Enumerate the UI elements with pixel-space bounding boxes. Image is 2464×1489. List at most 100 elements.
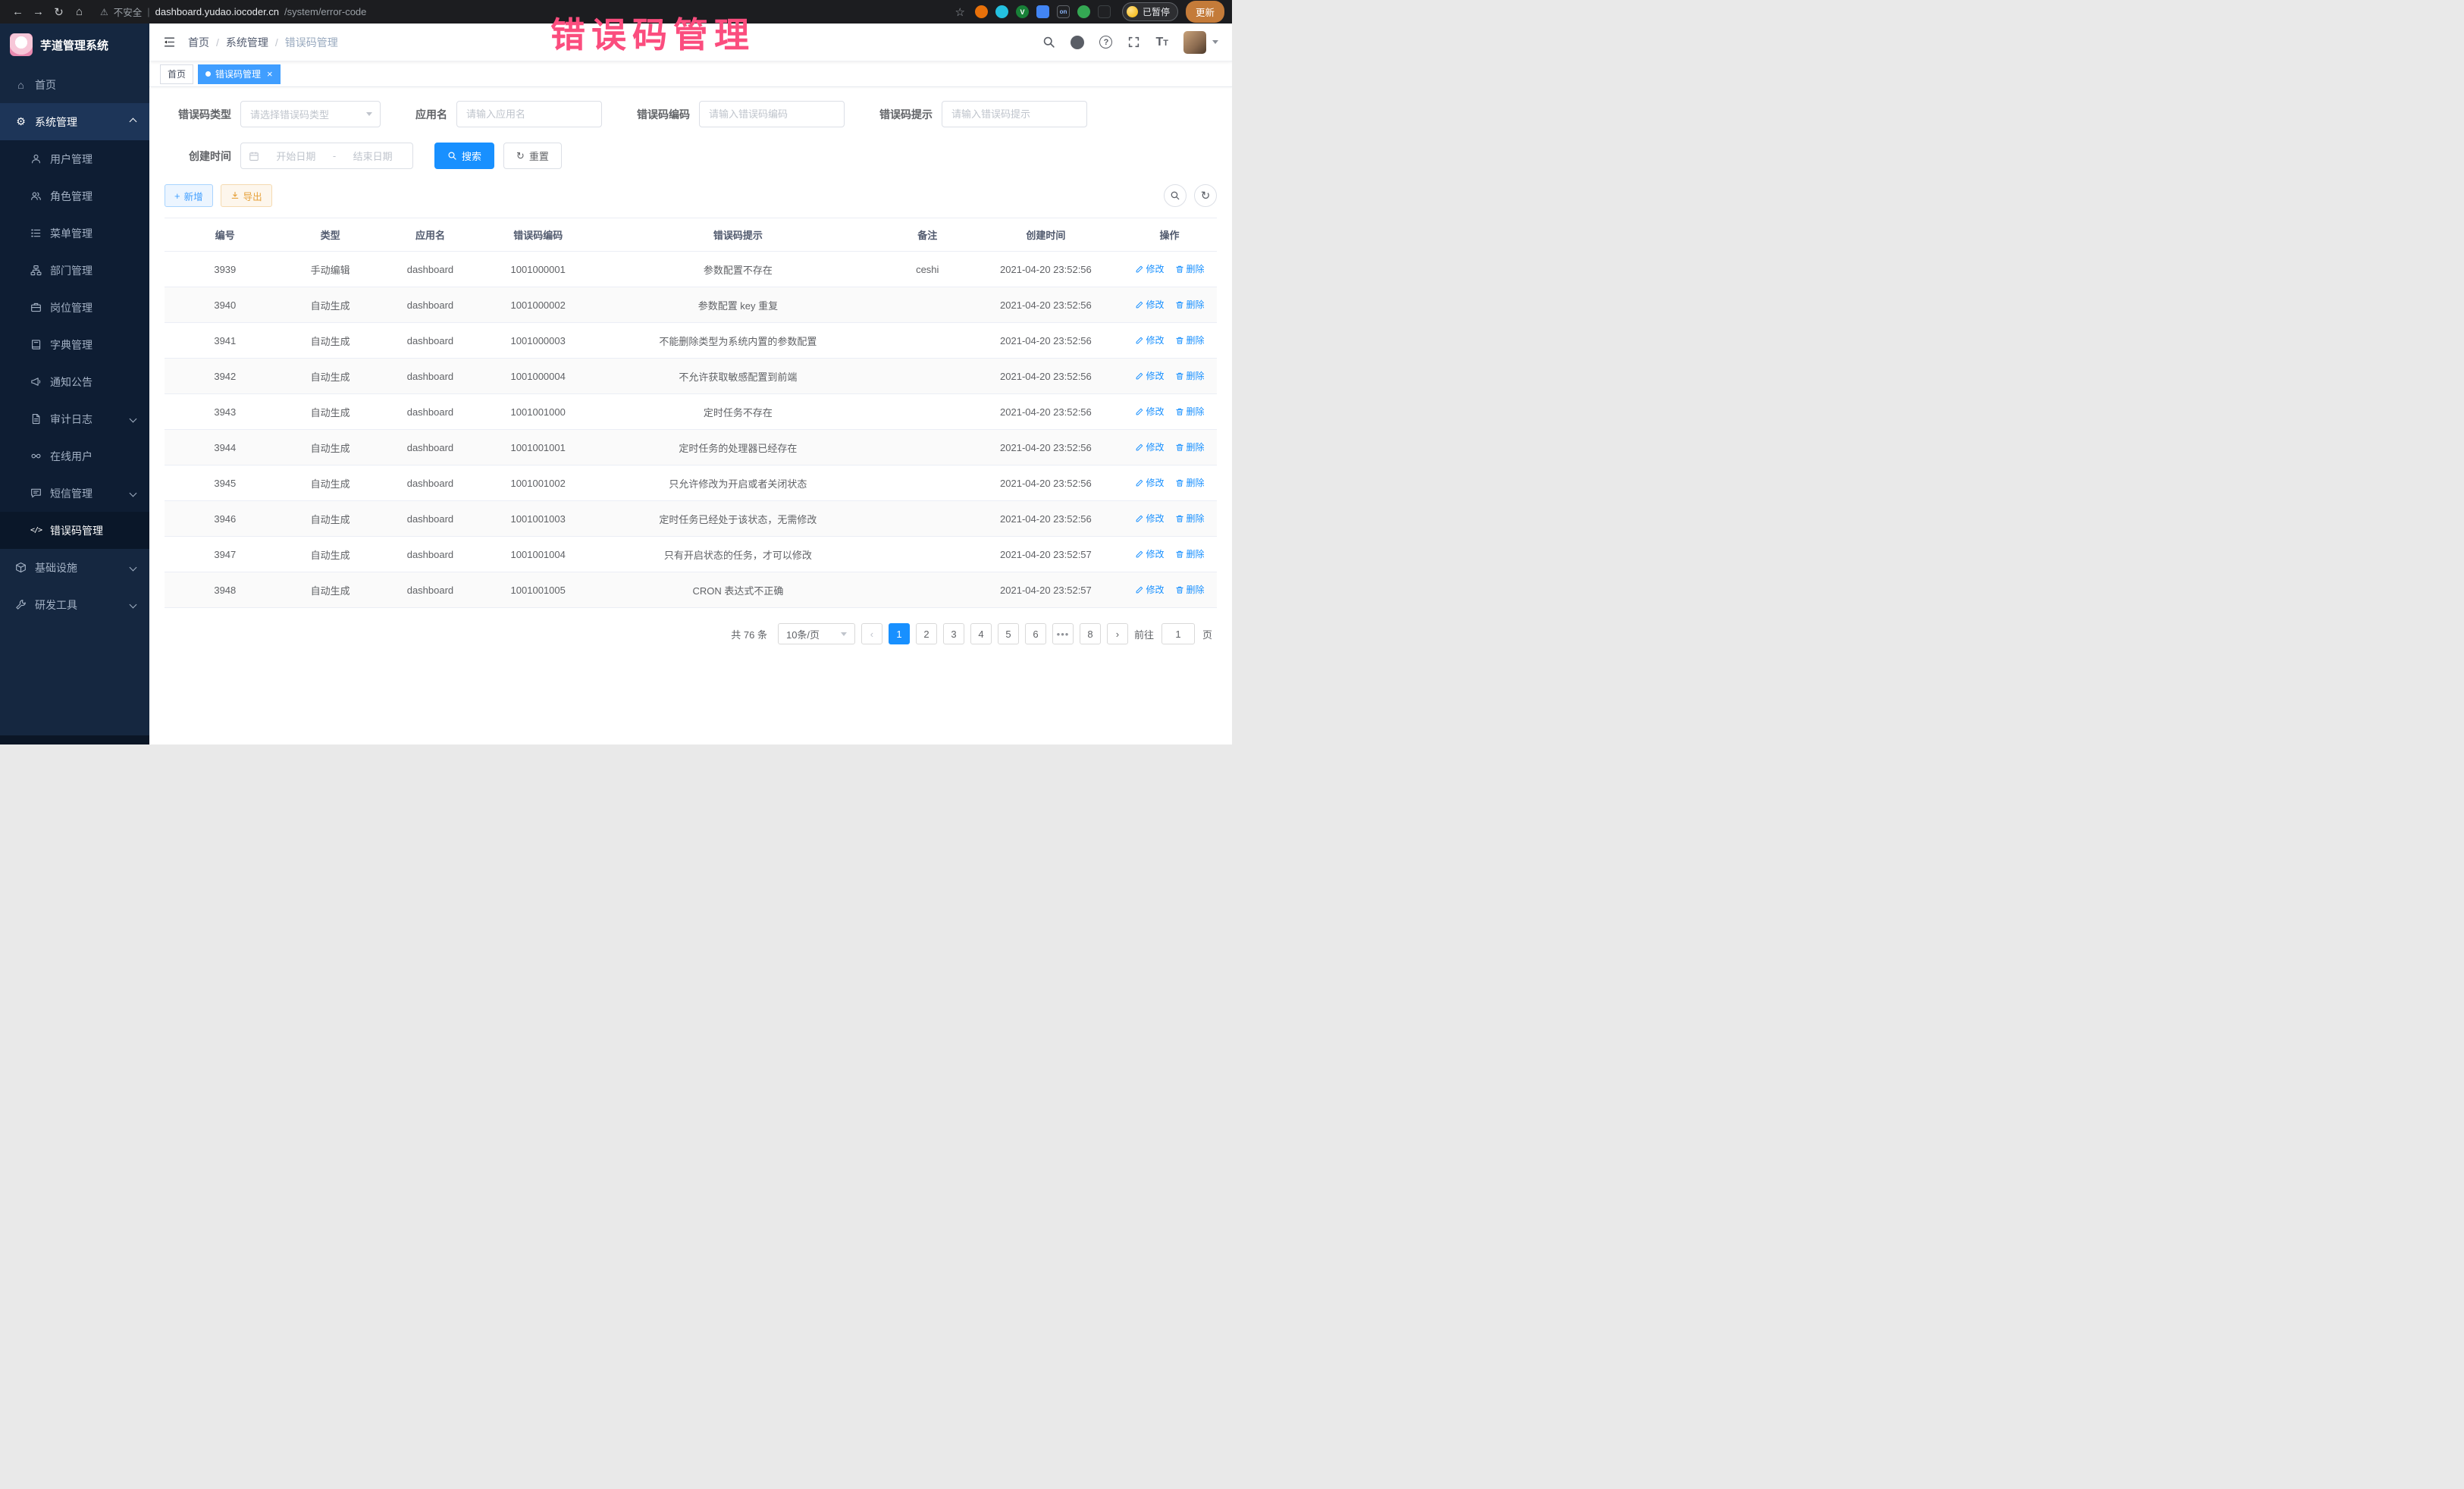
search-button[interactable]: 搜索 bbox=[434, 143, 494, 169]
page-button[interactable]: 2 bbox=[916, 623, 937, 644]
sidebar-item-users[interactable]: 用户管理 bbox=[0, 140, 149, 177]
remark-cell bbox=[886, 359, 970, 394]
update-button[interactable]: 更新 bbox=[1186, 1, 1224, 23]
close-icon[interactable]: × bbox=[267, 68, 273, 80]
sidebar-item-posts[interactable]: 岗位管理 bbox=[0, 289, 149, 326]
toggle-search-button[interactable] bbox=[1164, 184, 1187, 207]
sidebar-item-online-users[interactable]: 在线用户 bbox=[0, 437, 149, 475]
font-size-icon[interactable]: TT bbox=[1155, 36, 1168, 49]
page-button[interactable]: 6 bbox=[1025, 623, 1046, 644]
reset-button-label: 重置 bbox=[529, 149, 549, 163]
edit-link[interactable]: 修改 bbox=[1135, 369, 1165, 382]
bookmark-star-icon[interactable]: ☆ bbox=[955, 5, 965, 19]
sidebar-item-infra[interactable]: 基础设施 bbox=[0, 549, 149, 586]
date-range-picker[interactable]: 开始日期 - 结束日期 bbox=[240, 143, 413, 169]
code-cell: 1001000004 bbox=[485, 359, 591, 394]
page-button[interactable]: 1 bbox=[889, 623, 910, 644]
export-button[interactable]: 导出 bbox=[221, 184, 272, 207]
breadcrumb-home[interactable]: 首页 bbox=[188, 35, 209, 50]
fullscreen-icon[interactable] bbox=[1127, 36, 1140, 49]
page-button[interactable]: 8 bbox=[1080, 623, 1101, 644]
extension-icon-green-v[interactable]: V bbox=[1016, 5, 1029, 18]
sidebar-item-menus[interactable]: 菜单管理 bbox=[0, 215, 149, 252]
forward-button[interactable]: → bbox=[28, 5, 49, 18]
delete-link[interactable]: 删除 bbox=[1175, 262, 1205, 275]
address-bar[interactable]: ⚠ 不安全 | dashboard.yudao.iocoder.cn/syste… bbox=[100, 5, 366, 19]
prev-page-button[interactable]: ‹ bbox=[861, 623, 882, 644]
goto-page-input[interactable] bbox=[1161, 623, 1195, 644]
errorcode-type-select[interactable]: 请选择错误码类型 bbox=[240, 101, 381, 127]
error-hint-input[interactable] bbox=[942, 101, 1087, 127]
edit-link[interactable]: 修改 bbox=[1135, 262, 1165, 275]
edit-link[interactable]: 修改 bbox=[1135, 440, 1165, 453]
page-button[interactable]: 5 bbox=[998, 623, 1019, 644]
edit-link[interactable]: 修改 bbox=[1135, 476, 1165, 489]
delete-link[interactable]: 删除 bbox=[1175, 547, 1205, 560]
extension-icon-grid[interactable] bbox=[1036, 5, 1049, 18]
sidebar-item-notice[interactable]: 通知公告 bbox=[0, 363, 149, 400]
tag-home[interactable]: 首页 bbox=[160, 64, 193, 84]
search-button-label: 搜索 bbox=[462, 149, 481, 163]
delete-link[interactable]: 删除 bbox=[1175, 512, 1205, 525]
extension-icon-switch[interactable]: on bbox=[1057, 5, 1070, 18]
edit-link[interactable]: 修改 bbox=[1135, 334, 1165, 346]
app-name-input[interactable] bbox=[456, 101, 602, 127]
created-cell: 2021-04-20 23:52:56 bbox=[970, 359, 1122, 394]
sidebar-footer bbox=[0, 735, 149, 744]
delete-link[interactable]: 删除 bbox=[1175, 369, 1205, 382]
github-icon[interactable] bbox=[1071, 36, 1084, 49]
reset-button[interactable]: ↻ 重置 bbox=[503, 143, 562, 169]
help-icon[interactable]: ? bbox=[1099, 36, 1112, 49]
delete-link[interactable]: 删除 bbox=[1175, 440, 1205, 453]
app-cell: dashboard bbox=[375, 287, 486, 323]
hamburger-icon[interactable] bbox=[163, 36, 176, 49]
delete-link[interactable]: 删除 bbox=[1175, 334, 1205, 346]
browser-home-button[interactable]: ⌂ bbox=[69, 5, 89, 18]
sidebar-item-devtools[interactable]: 研发工具 bbox=[0, 586, 149, 623]
sidebar-item-home[interactable]: ⌂ 首页 bbox=[0, 66, 149, 103]
delete-link[interactable]: 删除 bbox=[1175, 405, 1205, 418]
page-ellipsis[interactable]: ••• bbox=[1052, 623, 1074, 644]
delete-link[interactable]: 删除 bbox=[1175, 583, 1205, 596]
sidebar-item-label: 系统管理 bbox=[35, 114, 77, 130]
back-button[interactable]: ← bbox=[8, 5, 28, 18]
sidebar-item-depts[interactable]: 部门管理 bbox=[0, 252, 149, 289]
chevron-down-icon bbox=[130, 564, 137, 572]
page-button[interactable]: 3 bbox=[943, 623, 964, 644]
page-size-select[interactable]: 10条/页 bbox=[778, 623, 855, 644]
extension-icon-red[interactable] bbox=[975, 5, 988, 18]
tag-errorcode[interactable]: 错误码管理 × bbox=[198, 64, 281, 84]
edit-link[interactable]: 修改 bbox=[1135, 405, 1165, 418]
sidebar-item-dict[interactable]: 字典管理 bbox=[0, 326, 149, 363]
table-row: 3944自动生成dashboard1001001001定时任务的处理器已经存在2… bbox=[165, 430, 1217, 466]
edit-link[interactable]: 修改 bbox=[1135, 547, 1165, 560]
edit-link[interactable]: 修改 bbox=[1135, 583, 1165, 596]
edit-link[interactable]: 修改 bbox=[1135, 512, 1165, 525]
date-separator: - bbox=[333, 150, 336, 161]
error-code-input[interactable] bbox=[699, 101, 845, 127]
next-page-button[interactable]: › bbox=[1107, 623, 1128, 644]
extension-icon-dark[interactable] bbox=[1098, 5, 1111, 18]
sidebar-item-system[interactable]: ⚙ 系统管理 bbox=[0, 103, 149, 140]
extension-icon-teal[interactable] bbox=[995, 5, 1008, 18]
pagination: 共 76 条 10条/页 ‹ 123456•••8 › 前往 页 bbox=[165, 623, 1212, 663]
delete-link[interactable]: 删除 bbox=[1175, 476, 1205, 489]
delete-link[interactable]: 删除 bbox=[1175, 298, 1205, 311]
edit-link[interactable]: 修改 bbox=[1135, 298, 1165, 311]
logo[interactable]: 芋道管理系统 bbox=[0, 24, 149, 66]
reload-button[interactable]: ↻ bbox=[49, 5, 69, 19]
sidebar-item-auditlog[interactable]: 审计日志 bbox=[0, 400, 149, 437]
page-button[interactable]: 4 bbox=[970, 623, 992, 644]
refresh-table-button[interactable]: ↻ bbox=[1194, 184, 1217, 207]
user-menu[interactable] bbox=[1183, 31, 1218, 54]
table-row: 3948自动生成dashboard1001001005CRON 表达式不正确20… bbox=[165, 572, 1217, 608]
sidebar-item-errorcode[interactable]: </> 错误码管理 bbox=[0, 512, 149, 549]
add-button[interactable]: + 新增 bbox=[165, 184, 213, 207]
extension-icon-green[interactable] bbox=[1077, 5, 1090, 18]
breadcrumb-system[interactable]: 系统管理 bbox=[226, 35, 268, 50]
code-icon: </> bbox=[30, 526, 42, 534]
sidebar-item-roles[interactable]: 角色管理 bbox=[0, 177, 149, 215]
sidebar-item-sms[interactable]: 短信管理 bbox=[0, 475, 149, 512]
search-icon[interactable] bbox=[1042, 36, 1055, 49]
paused-badge[interactable]: 已暂停 bbox=[1122, 2, 1178, 21]
